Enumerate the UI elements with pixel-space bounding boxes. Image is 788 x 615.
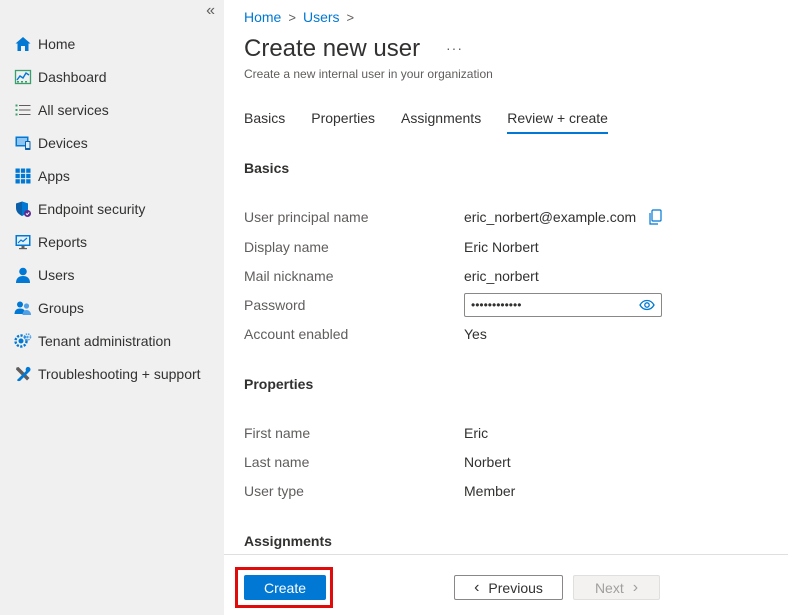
- sidebar-item-reports[interactable]: Reports: [0, 225, 224, 258]
- copy-icon[interactable]: [648, 209, 662, 225]
- sidebar-item-label: Endpoint security: [38, 200, 146, 217]
- row-display-name: Display name Eric Norbert: [244, 237, 764, 257]
- field-label: User principal name: [244, 209, 369, 225]
- row-first-name: First name Eric: [244, 423, 764, 443]
- wizard-footer: Create ‹ Previous Next ›: [224, 554, 788, 615]
- user-principal-name-value: eric_norbert@example.com: [464, 209, 637, 225]
- sidebar-nav: Home Dashboard All services Devices Apps: [0, 27, 224, 390]
- tab-review-create[interactable]: Review + create: [507, 110, 608, 134]
- sidebar-item-label: Apps: [38, 167, 70, 184]
- field-label: Last name: [244, 454, 310, 470]
- password-field[interactable]: ••••••••••••: [464, 293, 662, 317]
- page-subtitle: Create a new internal user in your organ…: [244, 67, 493, 81]
- next-button[interactable]: Next ›: [573, 575, 660, 600]
- sidebar: « Home Dashboard All services Devices Ap…: [0, 0, 224, 615]
- row-last-name: Last name Norbert: [244, 452, 764, 472]
- sidebar-item-tenant-administration[interactable]: Tenant administration: [0, 324, 224, 357]
- list-icon: [14, 101, 32, 119]
- wizard-tabs: Basics Properties Assignments Review + c…: [244, 110, 634, 134]
- user-icon: [14, 266, 32, 284]
- collapse-sidebar-icon[interactable]: «: [206, 3, 215, 19]
- breadcrumb-home[interactable]: Home: [244, 9, 281, 25]
- sidebar-item-dashboard[interactable]: Dashboard: [0, 60, 224, 93]
- main-content: Home > Users > Create new user ··· Creat…: [224, 0, 788, 615]
- dashboard-icon: [14, 68, 32, 86]
- chevron-left-icon: ‹: [474, 578, 480, 596]
- sidebar-item-users[interactable]: Users: [0, 258, 224, 291]
- home-icon: [14, 35, 32, 53]
- tab-assignments[interactable]: Assignments: [401, 110, 481, 134]
- field-label: User type: [244, 483, 304, 499]
- password-masked-value: ••••••••••••: [471, 298, 522, 312]
- shield-icon: [14, 200, 32, 218]
- user-type-value: Member: [464, 483, 516, 499]
- more-options-icon[interactable]: ···: [446, 40, 463, 56]
- next-button-label: Next: [594, 579, 624, 596]
- tab-properties[interactable]: Properties: [311, 110, 375, 134]
- chevron-right-icon: >: [288, 9, 296, 25]
- reports-icon: [14, 233, 32, 251]
- field-value-wrap: eric_norbert@example.com: [464, 209, 662, 225]
- chevron-right-icon: ›: [632, 578, 639, 596]
- field-label: First name: [244, 425, 311, 441]
- tenant-gear-icon: [14, 332, 32, 350]
- field-label: Account enabled: [244, 326, 349, 342]
- sidebar-item-label: All services: [38, 101, 109, 118]
- page-title: Create new user: [244, 35, 421, 62]
- chevron-right-icon: >: [346, 9, 355, 25]
- breadcrumb-users[interactable]: Users: [303, 9, 340, 25]
- sidebar-item-apps[interactable]: Apps: [0, 159, 224, 192]
- sidebar-item-label: Groups: [38, 299, 84, 316]
- devices-icon: [14, 134, 32, 152]
- tab-basics[interactable]: Basics: [244, 110, 285, 134]
- tools-icon: [14, 365, 32, 383]
- sidebar-item-label: Devices: [38, 134, 88, 151]
- section-assignments-title: Assignments: [244, 533, 332, 549]
- create-button[interactable]: Create: [244, 575, 326, 600]
- sidebar-item-label: Users: [38, 266, 75, 283]
- mail-nickname-value: eric_norbert: [464, 268, 539, 284]
- sidebar-item-label: Reports: [38, 233, 88, 250]
- sidebar-item-groups[interactable]: Groups: [0, 291, 224, 324]
- row-user-principal-name: User principal name eric_norbert@example…: [244, 207, 764, 227]
- previous-button-label: Previous: [488, 579, 543, 596]
- sidebar-item-label: Troubleshooting + support: [38, 365, 201, 382]
- apps-grid-icon: [14, 167, 32, 185]
- field-label: Password: [244, 297, 306, 313]
- first-name-value: Eric: [464, 425, 489, 441]
- sidebar-item-home[interactable]: Home: [0, 27, 224, 60]
- breadcrumb: Home > Users >: [244, 9, 361, 25]
- previous-button[interactable]: ‹ Previous: [454, 575, 563, 600]
- sidebar-item-endpoint-security[interactable]: Endpoint security: [0, 192, 224, 225]
- display-name-value: Eric Norbert: [464, 239, 539, 255]
- section-properties-title: Properties: [244, 376, 314, 392]
- row-user-type: User type Member: [244, 481, 764, 501]
- section-basics-title: Basics: [244, 160, 290, 176]
- groups-icon: [14, 299, 32, 317]
- row-password: Password ••••••••••••: [244, 293, 764, 317]
- row-account-enabled: Account enabled Yes: [244, 324, 764, 344]
- sidebar-item-label: Tenant administration: [38, 332, 172, 349]
- eye-icon[interactable]: [639, 299, 655, 311]
- row-mail-nickname: Mail nickname eric_norbert: [244, 266, 764, 286]
- account-enabled-value: Yes: [464, 326, 487, 342]
- field-label: Mail nickname: [244, 268, 334, 284]
- sidebar-item-label: Dashboard: [38, 68, 107, 85]
- sidebar-item-label: Home: [38, 35, 76, 52]
- sidebar-item-troubleshooting[interactable]: Troubleshooting + support: [0, 357, 224, 390]
- field-label: Display name: [244, 239, 329, 255]
- sidebar-item-devices[interactable]: Devices: [0, 126, 224, 159]
- last-name-value: Norbert: [464, 454, 511, 470]
- sidebar-item-all-services[interactable]: All services: [0, 93, 224, 126]
